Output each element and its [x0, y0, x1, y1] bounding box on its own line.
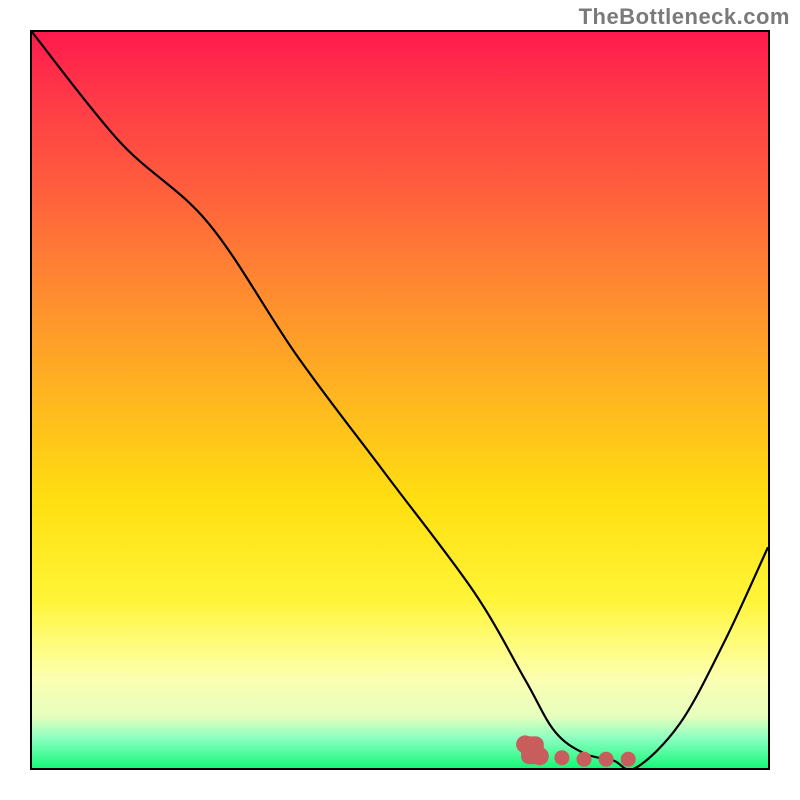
attribution-label: TheBottleneck.com: [579, 4, 790, 30]
chart-frame: TheBottleneck.com: [0, 0, 800, 800]
marker-dot: [621, 752, 636, 767]
chart-svg: [32, 32, 768, 768]
marker-dot: [531, 747, 549, 765]
plot-area: [30, 30, 770, 770]
bottleneck-curve: [32, 32, 768, 768]
marker-dot: [599, 752, 614, 767]
marker-dot: [554, 750, 569, 765]
marker-dot: [577, 752, 592, 767]
